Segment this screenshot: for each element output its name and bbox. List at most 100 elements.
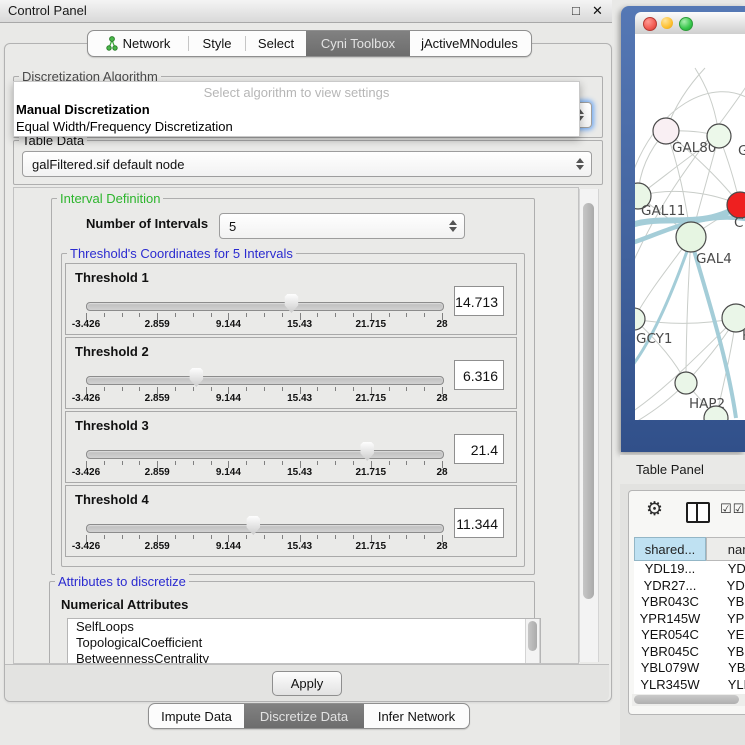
table-data-combo-value: galFiltered.sif default node: [32, 157, 184, 172]
algorithm-dropdown-popup: Select algorithm to view settings Manual…: [13, 81, 580, 137]
table-hscrollbar-thumb[interactable]: [634, 695, 739, 704]
settings-scrollbar-thumb[interactable]: [583, 203, 594, 599]
threshold-value-field[interactable]: 6.316: [454, 360, 504, 390]
select-columns-icon[interactable]: ☑☑: [720, 501, 745, 517]
tick-label: 2.859: [145, 541, 170, 552]
table-cell[interactable]: YBR0: [706, 644, 745, 661]
network-edge[interactable]: [686, 237, 691, 383]
attributes-scrollbar-thumb[interactable]: [528, 621, 537, 651]
attributes-list-scrollbar[interactable]: [525, 619, 540, 664]
tick-mark: [122, 313, 123, 317]
tab-style[interactable]: Style: [189, 31, 245, 56]
tab-infer-network[interactable]: Infer Network: [364, 704, 469, 728]
tick-mark: [139, 535, 140, 539]
apply-button[interactable]: Apply: [272, 671, 342, 696]
number-of-intervals-value: 5: [229, 219, 236, 234]
tick-mark: [264, 461, 265, 465]
network-node-label: GAL11: [641, 203, 685, 219]
tick-mark: [175, 535, 176, 539]
table-row[interactable]: YDR27...YDR2: [634, 578, 745, 595]
tick-label: 2.859: [145, 467, 170, 478]
threshold-slider-track[interactable]: [86, 302, 444, 311]
settings-scrollbar[interactable]: [579, 189, 599, 662]
split-columns-icon[interactable]: [686, 502, 710, 523]
threshold-value-field[interactable]: 21.4: [454, 434, 504, 464]
table-cell[interactable]: YBR045C: [634, 644, 706, 661]
network-edge-highlighted[interactable]: [635, 240, 691, 370]
table-cell[interactable]: YDR27...: [634, 578, 706, 595]
network-view[interactable]: GAL80GACGAL11GAL4GCY1HHAP2: [635, 34, 745, 420]
number-of-intervals-combo[interactable]: 5: [219, 213, 465, 239]
table-cell[interactable]: YDL1: [706, 561, 745, 578]
tab-network[interactable]: Network: [88, 31, 188, 56]
tick-label: 15.43: [287, 467, 312, 478]
table-row[interactable]: YBR043CYBR0: [634, 594, 745, 611]
table-row[interactable]: YER054CYER0: [634, 627, 745, 644]
tick-mark: [282, 535, 283, 539]
table-row[interactable]: YDL19...YDL1: [634, 561, 745, 578]
close-traffic-light-icon[interactable]: [643, 17, 657, 31]
threshold-slider-track[interactable]: [86, 524, 444, 533]
table-cell[interactable]: YLR3: [706, 677, 745, 694]
tab-select[interactable]: Select: [246, 31, 306, 56]
zoom-traffic-light-icon[interactable]: [679, 17, 693, 31]
table-cell[interactable]: YBR043C: [634, 594, 706, 611]
tick-mark: [317, 461, 318, 465]
close-icon[interactable]: ✕: [592, 3, 603, 19]
tick-mark: [353, 313, 354, 317]
table-data-combo[interactable]: galFiltered.sif default node: [22, 151, 592, 177]
threshold-slider-track[interactable]: [86, 450, 444, 459]
float-window-icon[interactable]: □: [572, 3, 580, 18]
column-header-shared-name[interactable]: shared...: [634, 537, 706, 561]
table-cell[interactable]: YER0: [706, 627, 745, 644]
tick-mark: [264, 387, 265, 391]
tick-label: 9.144: [216, 319, 241, 330]
minimize-traffic-light-icon[interactable]: [661, 17, 673, 29]
attribute-list-item[interactable]: BetweennessCentrality: [68, 651, 540, 664]
threshold-value-field[interactable]: 14.713: [454, 286, 504, 316]
tab-jactivemnodules-label: jActiveMNodules: [421, 36, 518, 51]
bottom-tabs: Impute Data Discretize Data Infer Networ…: [148, 703, 470, 729]
threshold-slider-track[interactable]: [86, 376, 444, 385]
attribute-list-item[interactable]: SelfLoops: [68, 619, 540, 635]
table-cell[interactable]: YPR1: [706, 611, 745, 628]
slider-tick-labels: -3.4262.8599.14415.4321.71528: [86, 541, 442, 553]
tab-impute-data[interactable]: Impute Data: [149, 704, 244, 728]
table-cell[interactable]: YDL19...: [634, 561, 706, 578]
menu-item-equal-width-frequency[interactable]: Equal Width/Frequency Discretization: [16, 119, 233, 134]
table-row[interactable]: YBL079WYBL0: [634, 660, 745, 677]
threshold-label: Threshold 2: [75, 344, 149, 359]
network-window-titlebar[interactable]: [635, 12, 745, 35]
table-row[interactable]: YBR045CYBR0: [634, 644, 745, 661]
tick-label: 2.859: [145, 319, 170, 330]
network-node-gcy1[interactable]: [635, 308, 645, 330]
table-cell[interactable]: YDR2: [706, 578, 745, 595]
threshold-value-field[interactable]: 11.344: [454, 508, 504, 538]
attribute-list-item[interactable]: TopologicalCoefficient: [68, 635, 540, 651]
table-row[interactable]: YLR345WYLR3: [634, 677, 745, 694]
tab-discretize-data[interactable]: Discretize Data: [244, 704, 364, 728]
network-edge[interactable]: [635, 318, 736, 323]
tick-mark: [335, 535, 336, 539]
network-node-gal4[interactable]: [676, 222, 706, 252]
table-cell[interactable]: YLR345W: [634, 677, 706, 694]
table-cell[interactable]: YPR145W: [634, 611, 706, 628]
table-cell[interactable]: YBR0: [706, 594, 745, 611]
tick-mark: [104, 387, 105, 391]
threshold-label: Threshold 1: [75, 270, 149, 285]
gear-icon[interactable]: ⚙: [646, 498, 663, 521]
tick-mark: [353, 535, 354, 539]
tab-jactivemnodules[interactable]: jActiveMNodules: [410, 31, 529, 56]
table-row[interactable]: YPR145WYPR1: [634, 611, 745, 628]
table-cell[interactable]: YBL0: [706, 660, 745, 677]
tab-cyni-toolbox-label: Cyni Toolbox: [321, 36, 395, 51]
column-header-name[interactable]: name: [706, 537, 745, 561]
table-cell[interactable]: YBL079W: [634, 660, 706, 677]
table-cell[interactable]: YER054C: [634, 627, 706, 644]
table-hscrollbar[interactable]: [632, 694, 745, 706]
network-node-ga[interactable]: [707, 124, 731, 148]
tab-cyni-toolbox[interactable]: Cyni Toolbox: [306, 31, 410, 56]
network-node-hap2[interactable]: [675, 372, 697, 394]
menu-item-manual-discretization[interactable]: Manual Discretization: [16, 102, 150, 117]
tick-mark: [211, 461, 212, 465]
